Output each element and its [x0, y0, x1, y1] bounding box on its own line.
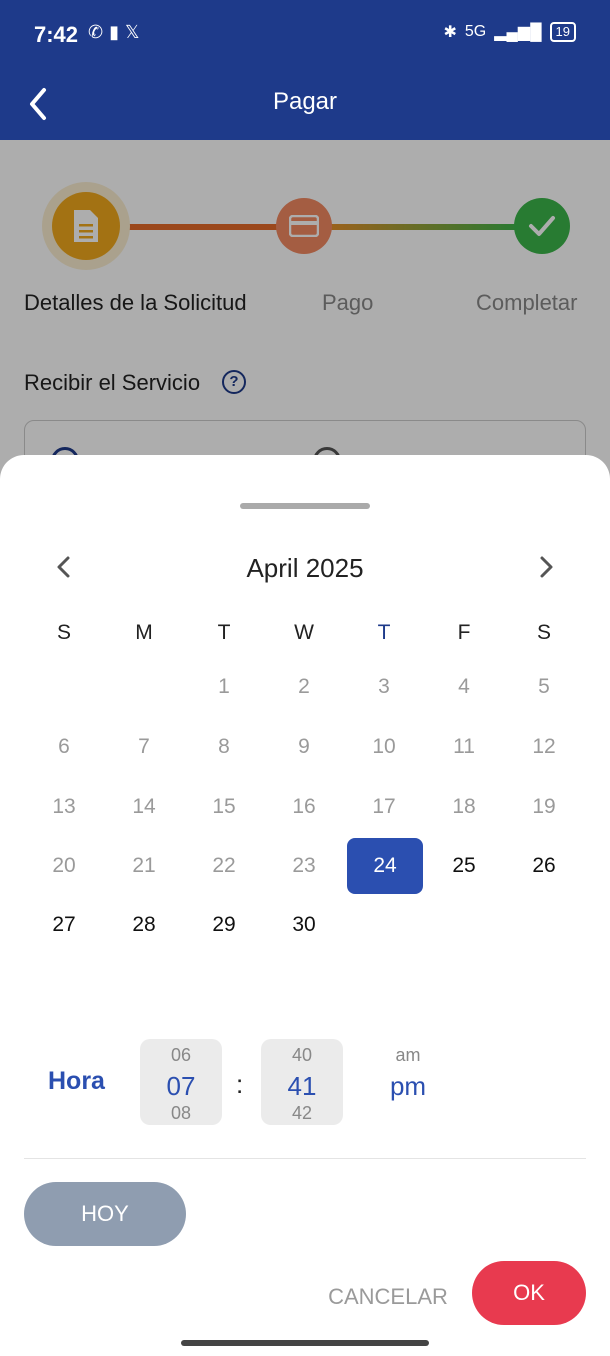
network-label: 5G [464, 23, 487, 40]
day-cell: 3 [378, 675, 390, 698]
day-cell: 1 [218, 675, 230, 698]
status-bar: 7:42 ✆▮𝕏 ✱ 5G ▂▄▆█ 19 [0, 0, 610, 70]
day-cell: 10 [372, 735, 396, 758]
page-title: Pagar [272, 88, 338, 115]
home-indicator[interactable] [181, 1340, 429, 1346]
app-bar: Pagar [0, 70, 610, 140]
weekday-sat: S [536, 621, 551, 644]
day-cell: 11 [453, 735, 475, 758]
minute-current[interactable]: 41 [261, 1071, 343, 1102]
status-time: 7:42 [34, 22, 79, 47]
today-button[interactable]: HOY [24, 1182, 186, 1246]
day-cell: 22 [212, 854, 236, 877]
day-cell: 19 [532, 795, 556, 818]
weekday-fri: F [457, 621, 471, 644]
minute-wheel[interactable]: 40 41 42 [261, 1039, 343, 1125]
day-cell: 2 [298, 675, 310, 698]
day-cell[interactable]: 30 [274, 897, 334, 953]
day-cell: 14 [132, 795, 156, 818]
time-separator: : [236, 1069, 244, 1099]
time-label: Hora [48, 1067, 105, 1095]
day-cell: 4 [458, 675, 470, 698]
weekday-wed: W [294, 621, 314, 644]
date-time-picker-sheet: April 2025 S M T W T F S 1 2 3 4 5 6 7 8… [0, 455, 610, 1356]
day-cell[interactable]: 25 [434, 838, 494, 894]
battery-icon: 19 [549, 22, 576, 42]
ampm-option-pm[interactable]: pm [378, 1071, 438, 1102]
day-cell: 16 [292, 795, 316, 818]
notification-icons: ✆▮𝕏 [88, 22, 146, 43]
hour-next[interactable]: 08 [140, 1103, 222, 1124]
hour-prev[interactable]: 06 [140, 1045, 222, 1066]
day-cell: 8 [218, 735, 230, 758]
hour-current[interactable]: 07 [140, 1071, 222, 1102]
weekday-sun: S [56, 621, 71, 644]
minute-prev[interactable]: 40 [261, 1045, 343, 1066]
day-cell-selected[interactable]: 24 [347, 838, 423, 894]
day-cell: 12 [532, 735, 556, 758]
day-cell[interactable]: 29 [194, 897, 254, 953]
day-cell: 7 [138, 735, 150, 758]
day-cell: 18 [452, 795, 476, 818]
day-cell: 15 [212, 795, 236, 818]
signal-icon: ▂▄▆█ [494, 24, 542, 41]
x-icon: 𝕏 [125, 22, 146, 42]
drag-handle[interactable] [240, 503, 370, 509]
cancel-button[interactable]: CANCELAR [318, 1277, 458, 1317]
day-cell: 17 [372, 795, 396, 818]
day-cell: 21 [132, 854, 156, 877]
bluetooth-icon: ✱ [443, 24, 457, 41]
weekday-tue: T [217, 621, 231, 644]
day-cell[interactable]: 26 [514, 838, 574, 894]
next-month-chevron-icon[interactable] [530, 551, 562, 583]
minute-next[interactable]: 42 [261, 1103, 343, 1124]
battery-saver-icon: ▮ [109, 22, 125, 42]
day-cell[interactable]: 27 [34, 897, 94, 953]
day-cell: 9 [298, 735, 310, 758]
day-cell: 6 [58, 735, 70, 758]
system-icons: ✱ 5G ▂▄▆█ 19 [443, 22, 576, 42]
weekday-thu: T [377, 621, 391, 644]
ok-button[interactable]: OK [472, 1261, 586, 1325]
day-cell: 5 [538, 675, 550, 698]
weekday-mon: M [135, 621, 153, 644]
day-cell: 20 [52, 854, 76, 877]
ampm-option-am[interactable]: am [378, 1045, 438, 1066]
day-cell[interactable]: 28 [114, 897, 174, 953]
hour-wheel[interactable]: 06 07 08 [140, 1039, 222, 1125]
month-title: April 2025 [246, 553, 364, 583]
divider [24, 1158, 586, 1159]
whatsapp-icon: ✆ [88, 22, 110, 42]
day-cell: 13 [52, 795, 76, 818]
day-cell: 23 [292, 854, 316, 877]
